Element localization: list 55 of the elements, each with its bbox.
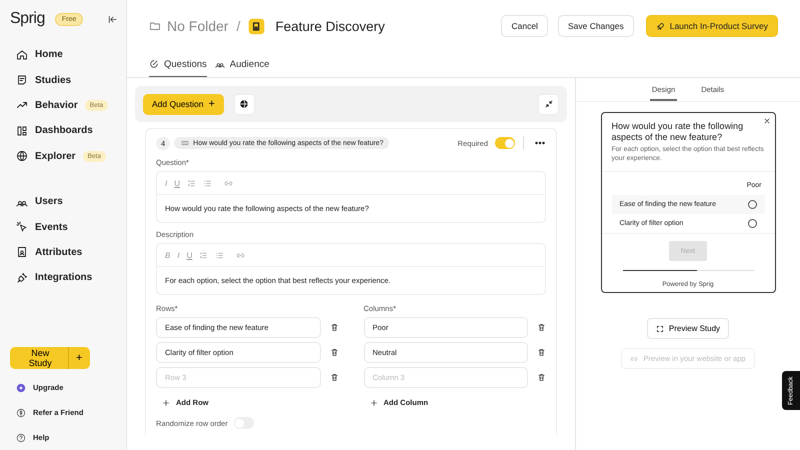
preview-study-button[interactable]: Preview Study — [646, 318, 730, 340]
nav-item[interactable]: Attributes — [10, 240, 118, 266]
link-icon — [630, 354, 638, 363]
nav-item[interactable]: Dashboards — [10, 118, 118, 144]
nav-item[interactable]: Users — [10, 188, 118, 214]
collapse-icon — [544, 99, 554, 109]
header-button[interactable]: Save Changes — [558, 15, 634, 37]
logo: Sprig — [10, 10, 45, 28]
plug-icon — [16, 272, 28, 284]
help-icon — [16, 432, 26, 442]
add-button[interactable]: + — [68, 347, 90, 369]
study-title: Feature Discovery — [275, 18, 385, 34]
folder-icon — [149, 20, 161, 32]
new-study-button[interactable]: New Study — [10, 347, 69, 369]
plus-icon — [370, 398, 378, 406]
cursor-icon — [16, 221, 28, 234]
matrix-icon — [180, 139, 190, 147]
document-icon — [16, 74, 28, 86]
dollar-icon — [16, 408, 26, 418]
breadcrumb-folder[interactable]: No Folder — [167, 18, 228, 34]
survey-title: How would you rate the following aspects of the new feature? — [612, 121, 744, 143]
close-icon[interactable] — [762, 117, 770, 125]
badge-icon — [16, 246, 28, 258]
star-icon — [16, 382, 26, 392]
trash-icon[interactable] — [330, 373, 338, 382]
edit-icon — [149, 59, 159, 69]
trash-icon[interactable] — [537, 348, 546, 357]
nav-item[interactable]: Integrations — [10, 265, 118, 291]
collapse-icon[interactable] — [107, 14, 118, 24]
tab[interactable]: Audience — [214, 52, 270, 77]
header-button[interactable]: Cancel — [501, 15, 548, 37]
study-icon — [248, 18, 266, 34]
trash-icon[interactable] — [537, 373, 546, 382]
home-icon — [16, 48, 28, 61]
plus-icon — [162, 398, 170, 406]
expand-icon — [656, 324, 664, 333]
collapse-button[interactable] — [538, 94, 559, 114]
tab[interactable]: Questions — [149, 52, 207, 77]
nav-item[interactable]: Home — [10, 42, 118, 68]
radio-button[interactable] — [748, 200, 756, 209]
trash-icon[interactable] — [330, 323, 338, 332]
required-toggle[interactable] — [495, 137, 515, 149]
nav-item[interactable]: Studies — [10, 67, 118, 93]
globe-icon — [16, 150, 28, 162]
add-question-button[interactable]: Add Question + — [143, 94, 224, 114]
trash-icon[interactable] — [537, 323, 546, 332]
trash-icon[interactable] — [330, 348, 338, 357]
globe-icon — [239, 99, 250, 109]
nav-item[interactable]: Events — [10, 214, 118, 240]
dashboard-icon — [16, 124, 28, 137]
breadcrumb-separator: / — [236, 18, 240, 34]
language-button[interactable] — [234, 94, 255, 114]
rocket-icon — [656, 22, 665, 30]
launch-button[interactable]: Launch In-Product Survey — [646, 15, 778, 37]
radio-button[interactable] — [748, 219, 756, 228]
